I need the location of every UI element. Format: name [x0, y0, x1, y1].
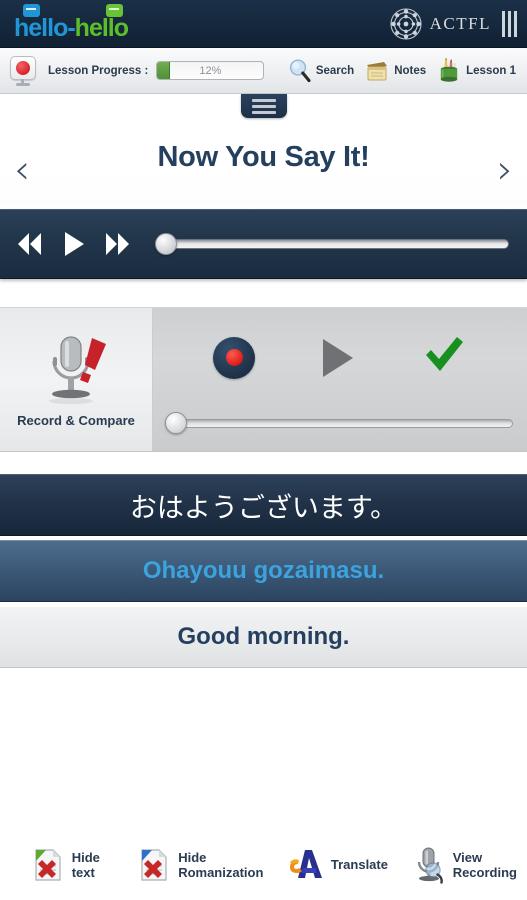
phrase-section: おはようございます。 Ohayouu gozaimasu. Good morni…: [0, 474, 527, 668]
logo-hello-green: hello: [74, 13, 129, 42]
brand-header-bar: hello-hello ACTFL: [0, 0, 527, 48]
checkmark-icon: [426, 337, 463, 371]
notes-label: Notes: [394, 64, 427, 77]
bottom-toolbar: Hide text Hide Romanization Translate Vi…: [0, 830, 527, 900]
hamburger-menu-icon[interactable]: [240, 94, 287, 118]
microphone-check-icon: [49, 336, 106, 404]
hide-text-icon: [35, 849, 61, 881]
lesson-progress-label: Lesson Progress :: [48, 64, 149, 77]
logo-dash: -: [67, 13, 75, 42]
audio-seek-knob[interactable]: [155, 233, 177, 255]
actfl-label: ACTFL: [429, 13, 491, 33]
search-button[interactable]: Search: [285, 56, 357, 86]
fast-forward-button[interactable]: [106, 233, 129, 255]
hide-text-label-line2: text: [71, 865, 95, 880]
record-compare-label: Record & Compare: [17, 413, 135, 428]
recording-seek-knob[interactable]: [165, 412, 187, 434]
hide-text-label-line1: Hide: [71, 849, 100, 865]
page-title-area: ‹ Now You Say It! ›: [0, 94, 527, 206]
audio-seek-track: [164, 239, 509, 249]
phrase-translation-text[interactable]: Good morning.: [0, 606, 527, 668]
hide-romanization-icon: [141, 849, 167, 881]
record-controls-panel: [153, 308, 527, 451]
recording-seek-track: [174, 418, 513, 428]
actfl-branding: ACTFL: [389, 7, 517, 41]
hide-romanization-label-line2: Romanization: [178, 865, 264, 880]
hide-text-button[interactable]: Hide text: [30, 846, 100, 884]
search-label: Search: [315, 64, 355, 77]
play-button[interactable]: [65, 232, 84, 256]
page-title: Now You Say It!: [157, 140, 370, 173]
playback-recording-button[interactable]: [323, 338, 353, 377]
lesson-progress-bar: 12%: [156, 61, 265, 80]
view-recording-label-line2: Recording: [452, 865, 517, 880]
translate-label: Translate: [330, 857, 388, 873]
hide-romanization-label: Hide Romanization: [178, 849, 264, 881]
search-icon: [289, 58, 311, 82]
notes-button[interactable]: Notes: [361, 56, 429, 86]
previous-page-button[interactable]: ‹: [14, 150, 30, 190]
record-button[interactable]: [213, 336, 255, 379]
japan-flag-icon[interactable]: [10, 55, 38, 86]
lesson-status-bar: Lesson Progress : 12% Search Notes Lesso…: [0, 48, 527, 94]
view-recording-button[interactable]: View Recording: [411, 845, 517, 885]
audio-player-bar: [0, 209, 527, 279]
lesson-button[interactable]: Lesson 1: [433, 55, 519, 87]
confirm-recording-button[interactable]: [421, 333, 467, 382]
view-recording-icon: [417, 847, 443, 884]
lesson-icon: [440, 57, 458, 82]
lesson-label: Lesson 1: [466, 64, 516, 77]
view-recording-label-line1: View: [452, 849, 483, 865]
phrase-native-text[interactable]: おはようございます。: [0, 474, 527, 536]
lesson-progress-percent: 12%: [199, 64, 222, 77]
hide-romanization-button[interactable]: Hide Romanization: [136, 846, 264, 884]
audio-seek-slider[interactable]: [155, 233, 509, 255]
notes-icon: [367, 61, 388, 80]
translate-icon: [289, 850, 322, 878]
recording-seek-slider[interactable]: [165, 412, 513, 434]
hide-text-label: Hide text: [72, 850, 100, 881]
record-icon: [225, 349, 243, 366]
actfl-mandala-icon: [390, 7, 422, 40]
status-actions: Search Notes Lesson 1: [285, 55, 519, 87]
actfl-bars-icon: [502, 10, 517, 37]
translate-button[interactable]: Translate: [285, 846, 388, 884]
phrase-romanization-text[interactable]: Ohayouu gozaimasu.: [0, 540, 527, 602]
next-page-button[interactable]: ›: [497, 150, 513, 190]
record-controls-row: [153, 308, 527, 399]
record-compare-section: Record & Compare: [0, 307, 527, 452]
recording-slider-row: [153, 399, 527, 451]
hide-romanization-label-line1: Hide: [178, 849, 207, 865]
app-logo[interactable]: hello-hello: [14, 3, 184, 44]
record-compare-button[interactable]: Record & Compare: [0, 308, 153, 451]
rewind-button[interactable]: [18, 233, 41, 255]
view-recording-label: View Recording: [453, 850, 517, 881]
logo-hello-blue: hello: [14, 13, 68, 42]
logo-wordmark: hello-hello: [14, 13, 129, 42]
